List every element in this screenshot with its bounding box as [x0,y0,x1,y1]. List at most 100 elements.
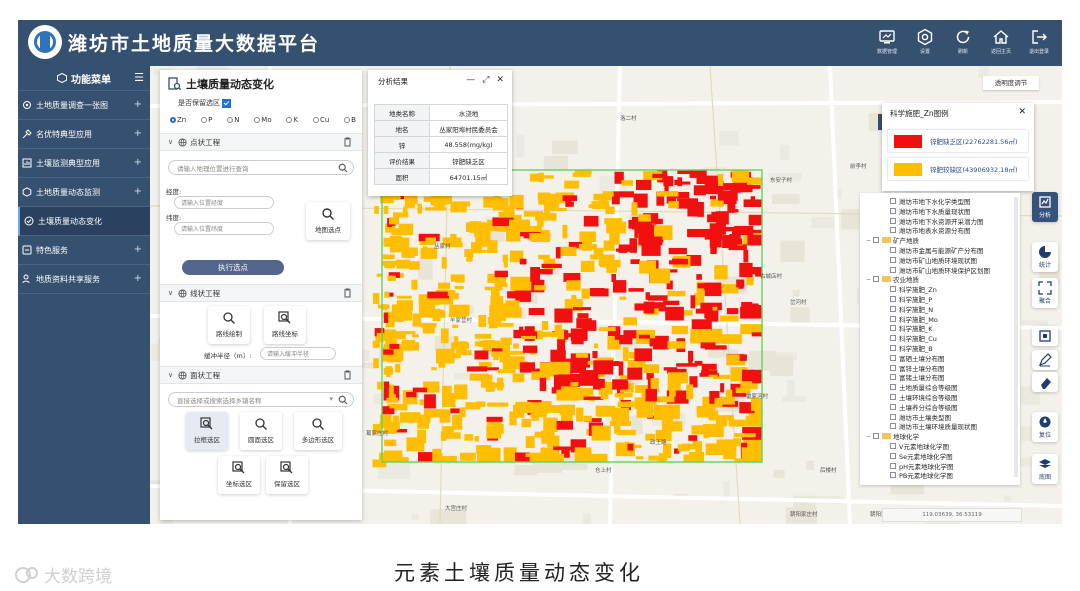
fertilizer-zone-patch[interactable] [543,201,551,216]
tool-button-2[interactable]: 聚合 [1032,278,1058,308]
fertilizer-zone-patch[interactable] [382,304,388,311]
fertilizer-zone-patch[interactable] [742,369,754,382]
fertilizer-zone-patch[interactable] [621,180,633,186]
layer-item[interactable]: 科学施肥_N [890,304,933,314]
fertilizer-zone-patch[interactable] [466,366,488,372]
search-icon[interactable] [338,395,348,405]
fertilizer-zone-patch[interactable] [451,342,469,349]
fertilizer-zone-patch[interactable] [665,306,684,321]
fertilizer-zone-patch[interactable] [557,339,566,350]
fertilizer-zone-patch[interactable] [739,354,747,361]
fertilizer-zone-patch[interactable] [714,265,728,280]
fertilizer-zone-patch[interactable] [726,308,739,315]
settings-button[interactable]: 设置 [912,28,938,55]
layer-checkbox[interactable] [873,433,879,440]
fertilizer-zone-patch[interactable] [447,290,456,296]
fertilizer-zone-patch[interactable] [474,333,492,339]
fertilizer-zone-patch[interactable] [459,393,465,399]
fertilizer-zone-patch[interactable] [373,293,380,304]
fertilizer-zone-patch[interactable] [575,352,589,358]
fertilizer-zone-patch[interactable] [387,275,396,281]
logout-button[interactable]: 退出登录 [1026,28,1052,55]
fertilizer-zone-patch[interactable] [397,295,412,299]
fertilizer-zone-patch[interactable] [645,388,658,402]
fertilizer-zone-patch[interactable] [672,258,689,265]
line-section-header[interactable]: ∨ 线状工程 [160,284,362,302]
fertilizer-zone-patch[interactable] [688,435,698,441]
sidebar-item-typical-app[interactable]: 名优特典型应用 + [18,120,150,149]
fertilizer-zone-patch[interactable] [565,197,572,207]
fertilizer-zone-patch[interactable] [525,453,545,457]
fertilizer-zone-patch[interactable] [709,236,722,248]
fertilizer-zone-patch[interactable] [486,416,503,422]
fertilizer-zone-patch[interactable] [538,254,550,260]
fertilizer-zone-patch[interactable] [530,410,547,418]
fertilizer-zone-patch[interactable] [723,238,743,245]
fertilizer-zone-patch[interactable] [523,345,538,353]
fertilizer-zone-patch[interactable] [432,317,441,322]
layer-checkbox[interactable] [890,256,896,263]
map-select-point-button[interactable]: 地图选点 [306,202,350,240]
fertilizer-zone-patch[interactable] [599,327,616,332]
fertilizer-zone-patch[interactable] [450,233,457,242]
fertilizer-zone-patch[interactable] [407,247,418,256]
fertilizer-zone-patch[interactable] [474,436,479,442]
fertilizer-zone-patch[interactable] [711,211,729,219]
fertilizer-zone-patch[interactable] [694,360,703,366]
longitude-input[interactable]: 请输入位置经度 [174,196,274,209]
keep-select-button[interactable]: 保留选区 [266,456,308,494]
layer-checkbox[interactable] [890,443,896,449]
fertilizer-zone-patch[interactable] [627,367,643,380]
sidebar-item-soil-monitor[interactable]: 土壤监测典型应用 + [18,149,150,178]
fertilizer-zone-patch[interactable] [491,289,500,304]
fertilizer-zone-patch[interactable] [513,343,519,349]
layer-checkbox[interactable] [890,296,896,302]
fertilizer-zone-patch[interactable] [459,407,466,418]
layer-group[interactable]: − 农业地质 [866,274,919,285]
fertilizer-zone-patch[interactable] [539,331,557,337]
fertilizer-zone-patch[interactable] [631,202,638,216]
fertilizer-zone-patch[interactable] [658,453,667,462]
fertilizer-zone-patch[interactable] [542,175,554,179]
fertilizer-zone-patch[interactable] [510,276,532,291]
fertilizer-zone-patch[interactable] [566,280,581,291]
fertilizer-zone-patch[interactable] [689,451,704,462]
fertilizer-zone-patch[interactable] [686,384,694,400]
fertilizer-zone-patch[interactable] [722,396,735,405]
radio-dot-icon[interactable] [227,117,234,123]
fertilizer-zone-patch[interactable] [583,415,592,422]
fertilizer-zone-patch[interactable] [648,295,668,301]
latitude-input[interactable]: 请输入位置纬度 [174,222,274,235]
fertilizer-zone-patch[interactable] [393,212,409,218]
fertilizer-zone-patch[interactable] [583,396,604,400]
fertilizer-zone-patch[interactable] [425,207,447,211]
fertilizer-zone-patch[interactable] [384,291,390,298]
radio-dot-icon[interactable] [344,117,351,123]
fertilizer-zone-patch[interactable] [417,203,422,214]
fertilizer-zone-patch[interactable] [550,361,571,375]
collapse-icon[interactable]: − [866,276,871,283]
fertilizer-zone-patch[interactable] [377,381,384,390]
fertilizer-zone-patch[interactable] [743,249,749,263]
fertilizer-zone-patch[interactable] [677,170,699,174]
layer-item[interactable]: 潍坊市土壤环境质量现状图 [890,421,977,431]
layer-checkbox[interactable] [890,286,896,293]
fertilizer-zone-patch[interactable] [455,275,465,283]
fertilizer-zone-patch[interactable] [498,212,515,218]
fertilizer-zone-patch[interactable] [613,280,627,293]
sidebar-item-land-monitor[interactable]: 土地质量动态监测 + [18,178,150,207]
fertilizer-zone-patch[interactable] [609,232,620,245]
layer-item[interactable]: 科学施肥_B [890,343,933,353]
radio-dot-icon[interactable] [170,117,176,123]
fertilizer-zone-patch[interactable] [396,259,411,269]
fertilizer-zone-patch[interactable] [383,381,390,388]
fertilizer-zone-patch[interactable] [709,195,716,200]
fertilizer-zone-patch[interactable] [474,350,489,360]
tool-button-7[interactable]: 底图 [1032,454,1058,484]
tool-button-6[interactable]: 复位 [1032,412,1058,442]
fertilizer-zone-patch[interactable] [476,401,486,407]
fertilizer-zone-patch[interactable] [417,414,429,429]
box-select-button[interactable]: 拉框选区 [186,412,228,450]
fertilizer-zone-patch[interactable] [450,204,467,213]
chevron-down-icon[interactable]: ∨ [168,138,173,146]
